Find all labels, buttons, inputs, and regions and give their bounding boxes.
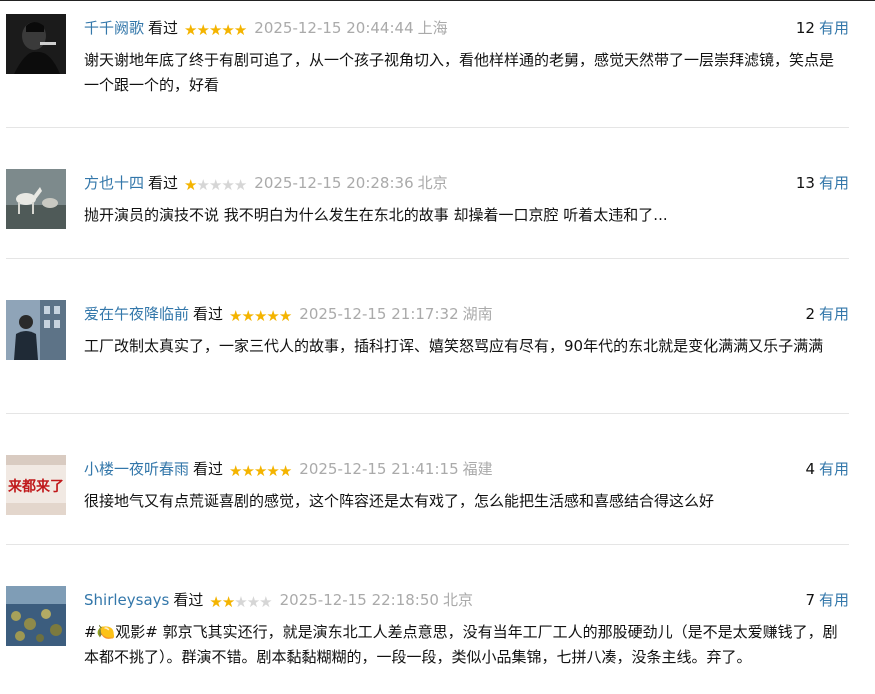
vote-count: 2: [805, 305, 815, 323]
comment-text: 谢天谢地年底了终于有剧可追了，从一个孩子视角切入，看他样样通的老舅，感觉天然带了…: [84, 51, 835, 94]
comment-time: 2025-12-15 21:41:15: [299, 460, 459, 478]
avatar-image: 来都来了: [6, 455, 66, 515]
useful-button[interactable]: 有用: [819, 174, 849, 192]
star-empty-icon: ★: [246, 593, 260, 611]
star-filled-icon: ★: [241, 462, 254, 480]
star-empty-icon: ★: [234, 593, 247, 611]
vote-area: 2 有用: [805, 302, 849, 326]
comment-text: 很接地气又有点荒诞喜剧的感觉，这个阵容还是太有戏了，怎么能把生活感和喜感结合得这…: [84, 492, 715, 510]
rating-stars: ★★★★★: [229, 304, 292, 328]
star-filled-icon: ★: [209, 593, 222, 611]
comment-time: 2025-12-15 22:18:50: [279, 591, 439, 609]
comment-location: 上海: [417, 19, 448, 37]
rating-stars: ★★★★★: [184, 173, 247, 197]
comment-divider: [6, 127, 849, 128]
username-link[interactable]: 千千阙歌: [84, 19, 144, 37]
star-filled-icon: ★: [221, 593, 235, 611]
comment-location: 湖南: [462, 305, 493, 323]
rating-stars: ★★★★★: [209, 590, 272, 614]
watch-status: 看过: [148, 174, 179, 192]
vote-area: 4 有用: [805, 457, 849, 481]
watch-status: 看过: [173, 591, 204, 609]
vote-count: 12: [795, 19, 815, 37]
comment-meta: 爱在午夜降临前 看过 ★★★★★ 2025-12-15 21:17:32 湖南: [84, 302, 493, 326]
star-filled-icon: ★: [229, 462, 242, 480]
avatar-caption: 来都来了: [7, 479, 64, 495]
star-empty-icon: ★: [221, 176, 234, 194]
star-empty-icon: ★: [208, 176, 222, 194]
top-border: [0, 0, 875, 1]
comment-divider: [6, 544, 849, 545]
comment-time: 2025-12-15 20:44:44: [254, 19, 414, 37]
user-avatar[interactable]: [6, 300, 66, 360]
useful-button[interactable]: 有用: [819, 591, 849, 609]
avatar-image: [6, 300, 66, 360]
username-link[interactable]: Shirleysays: [84, 591, 169, 609]
comment-time: 2025-12-15 21:17:32: [299, 305, 459, 323]
vote-area: 7 有用: [805, 588, 849, 612]
useful-button[interactable]: 有用: [819, 460, 849, 478]
star-filled-icon: ★: [278, 462, 292, 480]
star-filled-icon: ★: [229, 307, 242, 325]
useful-button[interactable]: 有用: [819, 305, 849, 323]
rating-stars: ★★★★★: [229, 459, 292, 483]
comment-meta: 小楼一夜听春雨 看过 ★★★★★ 2025-12-15 21:41:15 福建: [84, 457, 493, 481]
comment-divider: [6, 258, 849, 259]
username-link[interactable]: 爱在午夜降临前: [84, 305, 189, 323]
comment-text: 抛开演员的演技不说 我不明白为什么发生在东北的故事 却操着一口京腔 听着太违和了…: [84, 206, 668, 224]
star-empty-icon: ★: [259, 593, 272, 611]
star-filled-icon: ★: [184, 21, 197, 39]
star-filled-icon: ★: [221, 21, 234, 39]
comment-text: 工厂改制太真实了，一家三代人的故事，插科打诨、嬉笑怒骂应有尽有，90年代的东北就…: [84, 337, 824, 355]
user-avatar[interactable]: [6, 169, 66, 229]
star-filled-icon: ★: [253, 462, 267, 480]
vote-count: 13: [795, 174, 815, 192]
star-filled-icon: ★: [266, 307, 279, 325]
username-link[interactable]: 方也十四: [84, 174, 144, 192]
user-avatar[interactable]: [6, 14, 66, 74]
username-link[interactable]: 小楼一夜听春雨: [84, 460, 189, 478]
avatar-image: [6, 586, 66, 646]
watch-status: 看过: [193, 305, 224, 323]
rating-stars: ★★★★★: [184, 18, 247, 42]
user-avatar[interactable]: 来都来了: [6, 455, 66, 515]
avatar-image: [6, 14, 66, 74]
star-filled-icon: ★: [233, 21, 247, 39]
vote-area: 12 有用: [796, 16, 849, 40]
vote-area: 13 有用: [796, 171, 849, 195]
comment-meta: 方也十四 看过 ★★★★★ 2025-12-15 20:28:36 北京: [84, 171, 448, 195]
avatar-image: [6, 169, 66, 229]
user-avatar[interactable]: [6, 586, 66, 646]
comment-text: #🍋观影# 郭京飞其实还行，就是演东北工人差点意思，没有当年工厂工人的那股硬劲儿…: [84, 623, 838, 666]
star-empty-icon: ★: [196, 176, 209, 194]
star-filled-icon: ★: [196, 21, 209, 39]
vote-count: 4: [805, 460, 815, 478]
watch-status: 看过: [193, 460, 224, 478]
star-filled-icon: ★: [241, 307, 254, 325]
star-filled-icon: ★: [253, 307, 267, 325]
watch-status: 看过: [148, 19, 179, 37]
vote-count: 7: [805, 591, 815, 609]
comment-meta: Shirleysays 看过 ★★★★★ 2025-12-15 22:18:50 北京: [84, 588, 473, 612]
star-filled-icon: ★: [278, 307, 292, 325]
comment-location: 北京: [442, 591, 473, 609]
comment-location: 福建: [462, 460, 493, 478]
star-filled-icon: ★: [266, 462, 279, 480]
comment-time: 2025-12-15 20:28:36: [254, 174, 414, 192]
comment-meta: 千千阙歌 看过 ★★★★★ 2025-12-15 20:44:44 上海: [84, 16, 448, 40]
star-filled-icon: ★: [208, 21, 222, 39]
comment-location: 北京: [417, 174, 448, 192]
comment-divider: [6, 413, 849, 414]
star-empty-icon: ★: [233, 176, 247, 194]
star-filled-icon: ★: [184, 176, 197, 194]
useful-button[interactable]: 有用: [819, 19, 849, 37]
